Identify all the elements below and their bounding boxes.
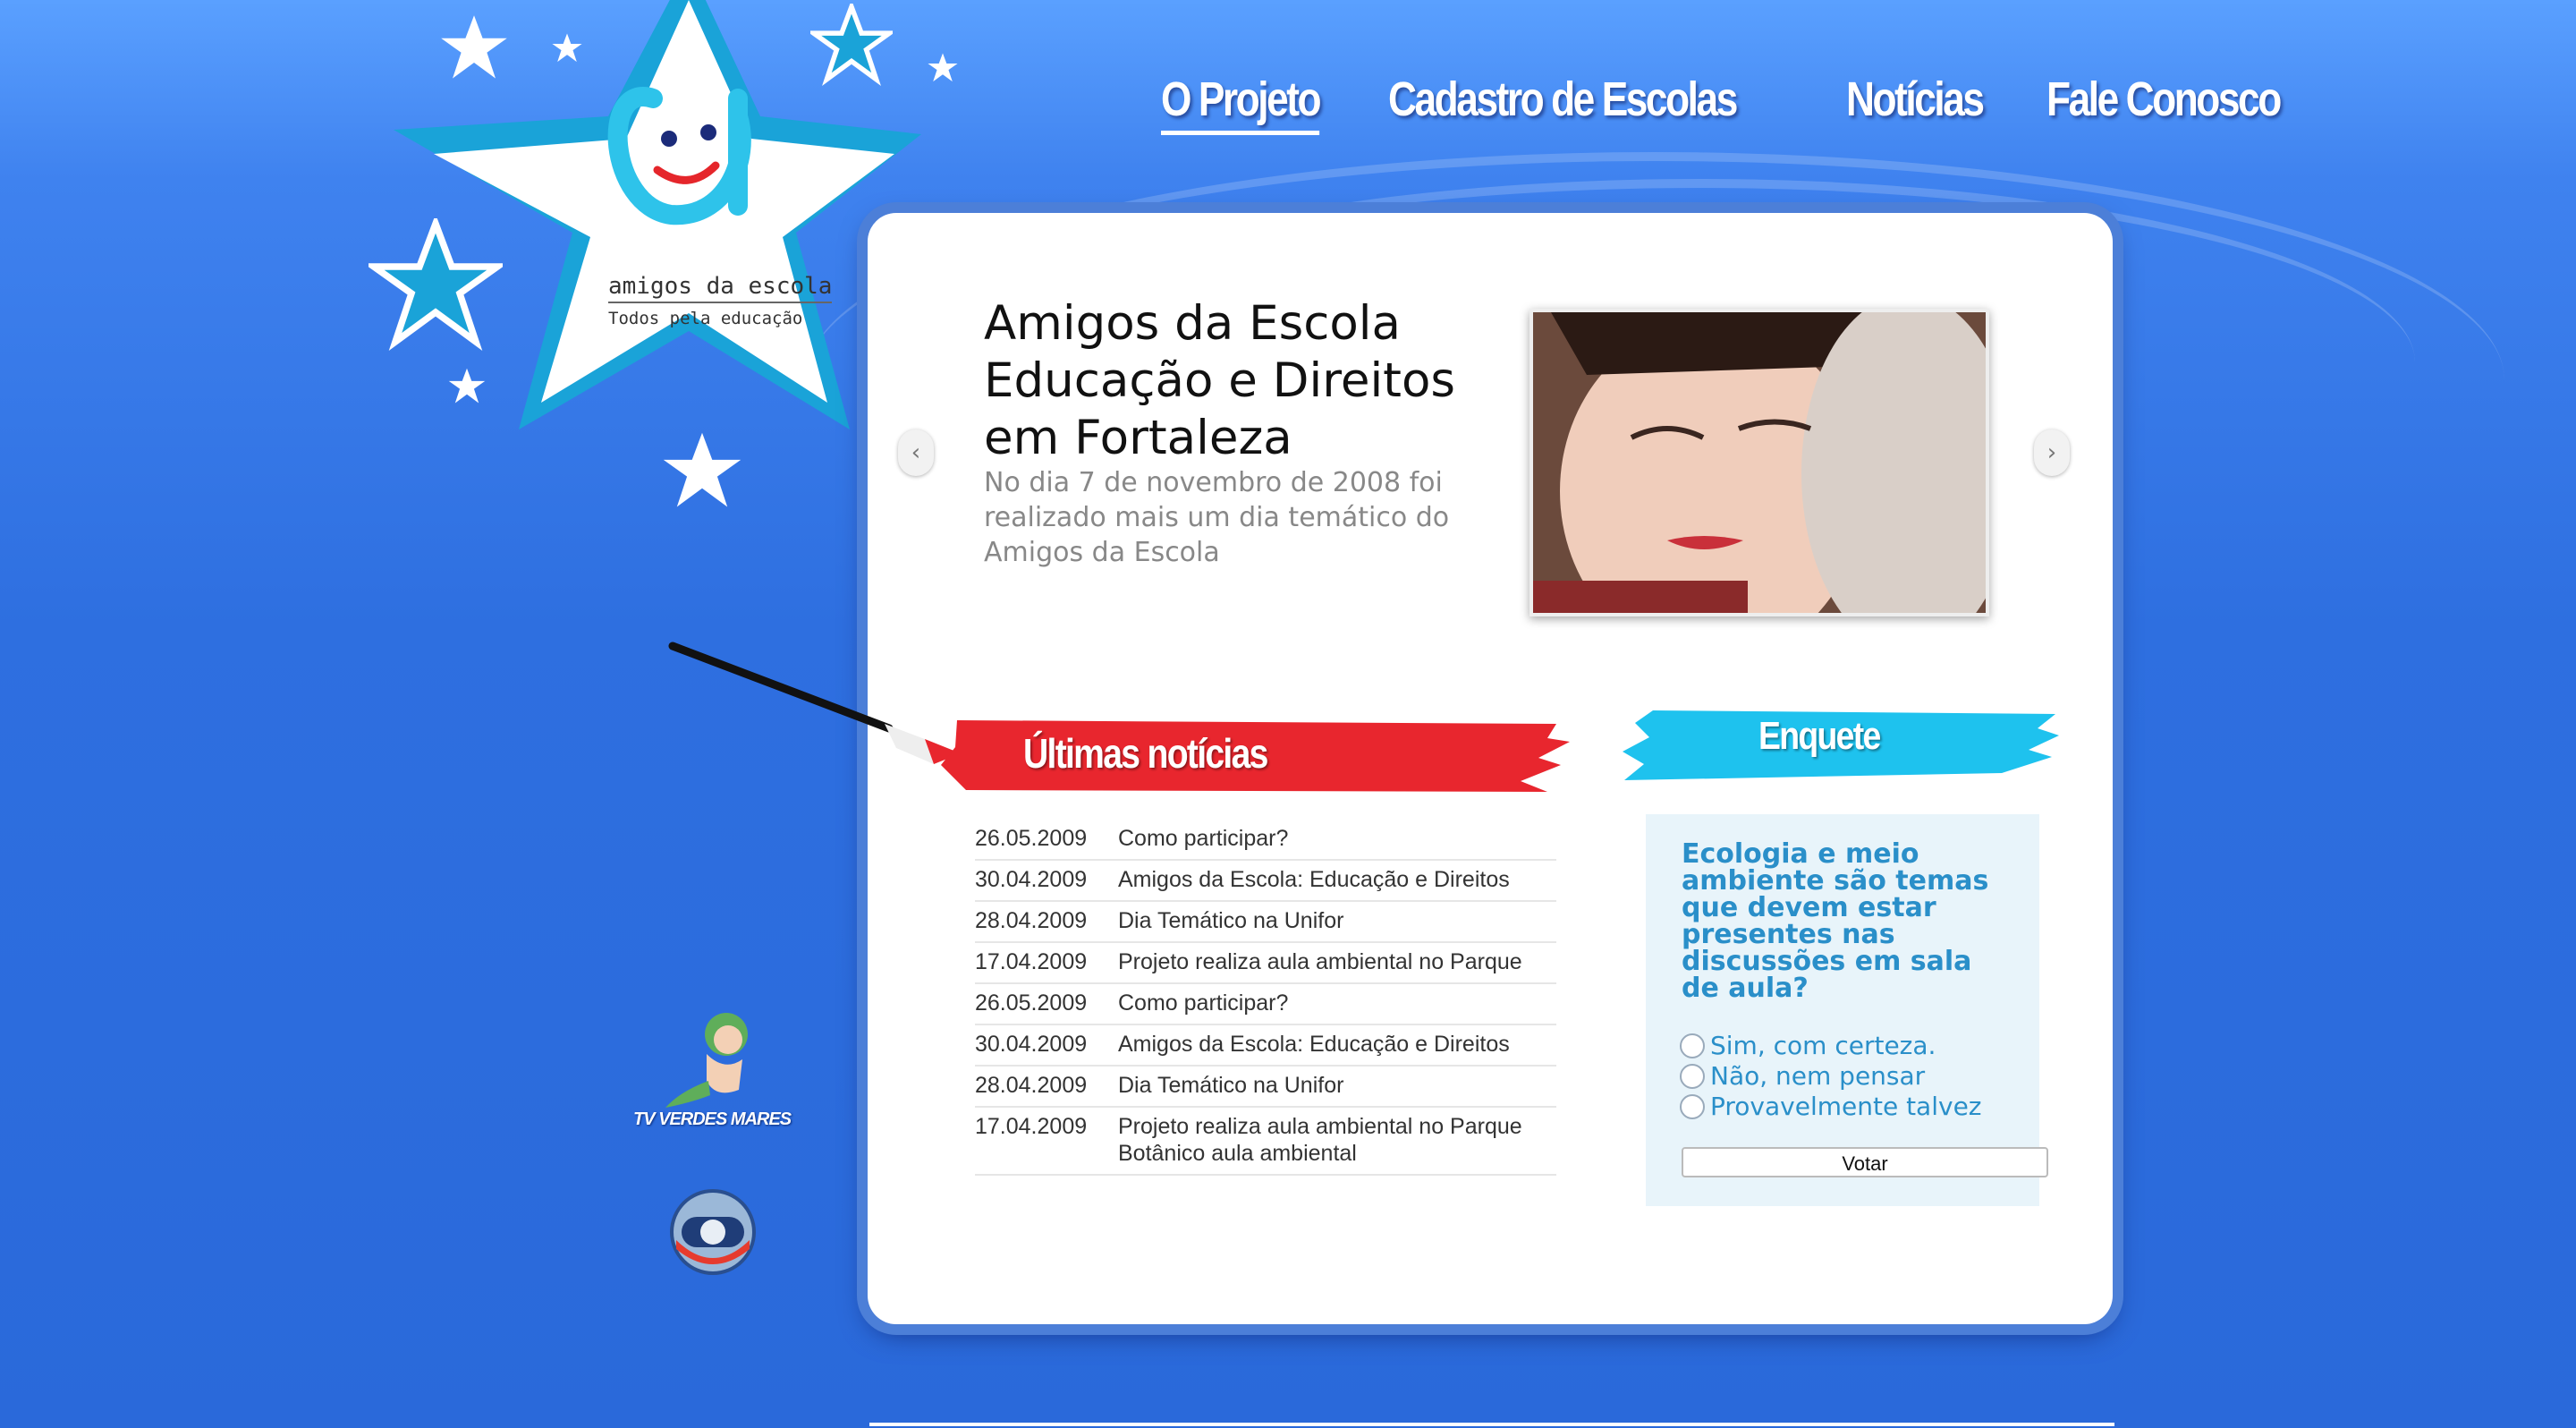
list-item[interactable]: 30.04.2009 Amigos da Escola: Educação e … [975, 1025, 1556, 1067]
news-date: 26.05.2009 [975, 826, 1088, 851]
news-section-title: Últimas notícias [1023, 730, 1268, 777]
poll-section-title: Enquete [1758, 714, 1881, 758]
poll-question: Ecologia e meio ambiente são temas que d… [1682, 838, 1989, 1004]
radio-button[interactable] [1680, 1063, 1705, 1089]
globo-logo-icon[interactable] [667, 1186, 758, 1278]
star-icon [928, 53, 958, 82]
list-item[interactable]: 28.04.2009 Dia Temático na Unifor [975, 1067, 1556, 1108]
news-date: 30.04.2009 [975, 1032, 1088, 1057]
star-icon [441, 15, 507, 79]
news-date: 28.04.2009 [975, 908, 1088, 933]
brand-tagline: Todos pela educação [608, 309, 803, 328]
nav-item-fale-conosco[interactable]: Fale Conosco [2046, 72, 2282, 135]
logo-text: amigos da escola Todos pela educação [608, 273, 833, 328]
feature-image[interactable] [1530, 309, 1989, 616]
radio-button[interactable] [1680, 1093, 1705, 1119]
star-icon [810, 4, 893, 86]
news-date: 17.04.2009 [975, 949, 1088, 974]
chevron-left-icon: ‹ [911, 439, 921, 466]
news-title[interactable]: Como participar? [1118, 990, 1556, 1016]
main-nav: O Projeto Cadastro de Escolas Notícias F… [1161, 72, 2331, 135]
list-item[interactable]: 30.04.2009 Amigos da Escola: Educação e … [975, 861, 1556, 902]
nav-item-noticias[interactable]: Notícias [1846, 72, 1985, 135]
paintbrush-icon [668, 642, 961, 764]
list-item[interactable]: 17.04.2009 Projeto realiza aula ambienta… [975, 1108, 1556, 1176]
footer-divider [869, 1423, 2114, 1426]
poll-option-label: Provavelmente talvez [1710, 1092, 1982, 1121]
news-date: 17.04.2009 [975, 1114, 1088, 1139]
poll-option[interactable]: Sim, com certeza. [1680, 1031, 1936, 1060]
chevron-right-icon: › [2046, 439, 2057, 466]
carousel-next-button[interactable]: › [2034, 429, 2070, 476]
tv-verdes-mares-logo-icon[interactable] [653, 1009, 769, 1109]
poll-option[interactable]: Não, nem pensar [1680, 1061, 1925, 1091]
portrait-photo-icon [1533, 312, 1986, 613]
poll-option[interactable]: Provavelmente talvez [1680, 1092, 1982, 1121]
star-icon [663, 432, 741, 507]
news-title[interactable]: Projeto realiza aula ambiental no Parque… [1118, 1113, 1556, 1167]
news-list: 26.05.2009 Como participar? 30.04.2009 A… [975, 820, 1556, 1176]
nav-item-o-projeto[interactable]: O Projeto [1161, 72, 1322, 135]
news-title[interactable]: Amigos da Escola: Educação e Direitos [1118, 1031, 1556, 1058]
news-title[interactable]: Dia Temático na Unifor [1118, 1072, 1556, 1099]
news-title[interactable]: Projeto realiza aula ambiental no Parque [1118, 948, 1556, 975]
feature-summary: No dia 7 de novembro de 2008 foi realiza… [984, 467, 1450, 568]
poll-option-label: Sim, com certeza. [1710, 1031, 1936, 1060]
news-date: 30.04.2009 [975, 867, 1088, 892]
news-title[interactable]: Como participar? [1118, 825, 1556, 852]
news-title[interactable]: Amigos da Escola: Educação e Direitos [1118, 866, 1556, 893]
carousel-prev-button[interactable]: ‹ [898, 429, 934, 476]
news-title[interactable]: Dia Temático na Unifor [1118, 907, 1556, 934]
poll-option-label: Não, nem pensar [1710, 1061, 1926, 1091]
star-icon [369, 218, 503, 351]
star-icon [552, 33, 582, 63]
tv-verdes-mares-label: TV VERDES MARES [633, 1109, 792, 1129]
radio-button[interactable] [1680, 1033, 1705, 1058]
list-item[interactable]: 26.05.2009 Como participar? [975, 820, 1556, 861]
feature-headline[interactable]: Amigos da Escola Educação e Direitos em … [984, 295, 1485, 467]
brand-name: amigos da escola [608, 273, 833, 303]
nav-item-cadastro-de-escolas[interactable]: Cadastro de Escolas [1388, 72, 1738, 135]
poll-box: Ecologia e meio ambiente são temas que d… [1646, 814, 2048, 1206]
vote-button[interactable]: Votar [1682, 1147, 2048, 1177]
news-date: 26.05.2009 [975, 990, 1088, 1016]
list-item[interactable]: 28.04.2009 Dia Temático na Unifor [975, 902, 1556, 943]
news-date: 28.04.2009 [975, 1073, 1088, 1098]
list-item[interactable]: 26.05.2009 Como participar? [975, 984, 1556, 1025]
star-icon [448, 368, 486, 404]
list-item[interactable]: 17.04.2009 Projeto realiza aula ambienta… [975, 943, 1556, 984]
